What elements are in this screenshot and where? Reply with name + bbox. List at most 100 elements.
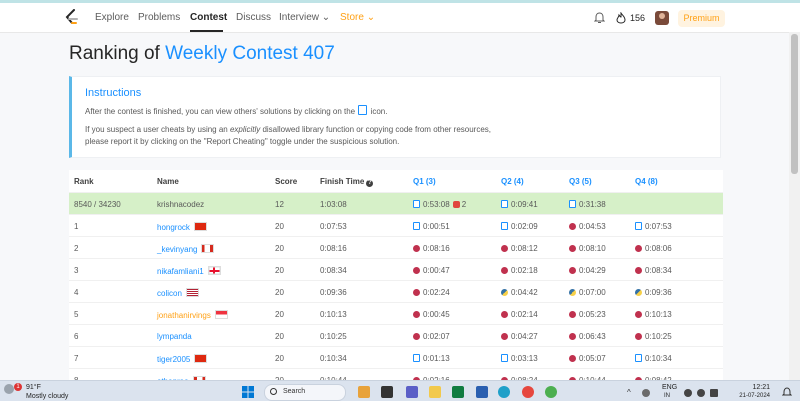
cpp-icon[interactable] bbox=[501, 311, 508, 318]
q2-cell[interactable]: 0:08:12 bbox=[501, 244, 538, 253]
contest-link[interactable]: Weekly Contest 407 bbox=[165, 43, 335, 64]
solution-doc-icon[interactable] bbox=[569, 200, 576, 208]
scrollbar-thumb[interactable] bbox=[791, 34, 798, 174]
python-icon[interactable] bbox=[635, 289, 642, 296]
user-name[interactable]: tiger2005 bbox=[157, 355, 190, 364]
wifi-icon[interactable] bbox=[684, 389, 692, 397]
cpp-icon[interactable] bbox=[413, 311, 420, 318]
user-name[interactable]: _kevinyang bbox=[157, 245, 197, 254]
q1-cell[interactable]: 0:02:07 bbox=[413, 332, 450, 341]
q1-cell[interactable]: 0:53:08 2 bbox=[413, 200, 466, 209]
header-q4[interactable]: Q4 (8) bbox=[635, 177, 658, 186]
q3-cell[interactable]: 0:08:10 bbox=[569, 244, 606, 253]
q3-cell[interactable]: 0:05:07 bbox=[569, 354, 606, 363]
q4-cell[interactable]: 0:07:53 bbox=[635, 222, 672, 231]
weather-temp[interactable]: 91°F bbox=[26, 384, 41, 391]
cpp-icon[interactable] bbox=[635, 311, 642, 318]
python-icon[interactable] bbox=[569, 289, 576, 296]
solution-doc-icon[interactable] bbox=[501, 354, 508, 362]
q4-cell[interactable]: 0:08:06 bbox=[635, 244, 672, 253]
app-icon[interactable] bbox=[452, 386, 464, 398]
q4-cell[interactable]: 0:10:13 bbox=[635, 310, 672, 319]
user-name[interactable]: colicon bbox=[157, 289, 182, 298]
q2-cell[interactable]: 0:03:13 bbox=[501, 354, 538, 363]
cpp-icon[interactable] bbox=[413, 267, 420, 274]
name-cell[interactable]: nikafamliani1 bbox=[157, 266, 221, 276]
nav-explore[interactable]: Explore bbox=[95, 12, 129, 23]
q2-cell[interactable]: 0:02:09 bbox=[501, 222, 538, 231]
user-name[interactable]: nikafamliani1 bbox=[157, 267, 204, 276]
tray-icon[interactable] bbox=[642, 389, 650, 397]
app-icon[interactable] bbox=[358, 386, 370, 398]
cpp-icon[interactable] bbox=[569, 267, 576, 274]
cpp-icon[interactable] bbox=[501, 333, 508, 340]
chrome-icon[interactable] bbox=[545, 386, 557, 398]
cpp-icon[interactable] bbox=[635, 333, 642, 340]
avatar[interactable] bbox=[655, 11, 669, 25]
name-cell[interactable]: colicon bbox=[157, 288, 199, 298]
python-icon[interactable] bbox=[501, 289, 508, 296]
solution-doc-icon[interactable] bbox=[501, 200, 508, 208]
nav-problems[interactable]: Problems bbox=[138, 12, 180, 23]
chevron-up-icon[interactable]: ^ bbox=[627, 388, 631, 397]
cloud-icon[interactable] bbox=[4, 384, 14, 394]
name-cell[interactable]: jonathanirvings bbox=[157, 310, 228, 320]
nav-contest[interactable]: Contest bbox=[190, 12, 227, 23]
cpp-icon[interactable] bbox=[569, 311, 576, 318]
header-q3[interactable]: Q3 (5) bbox=[569, 177, 592, 186]
solution-doc-icon[interactable] bbox=[413, 222, 420, 230]
q2-cell[interactable]: 0:09:41 bbox=[501, 200, 538, 209]
edge-icon[interactable] bbox=[498, 386, 510, 398]
q3-cell[interactable]: 0:07:00 bbox=[569, 288, 606, 297]
q2-cell[interactable]: 0:04:42 bbox=[501, 288, 538, 297]
file-explorer-icon[interactable] bbox=[429, 386, 441, 398]
cpp-icon[interactable] bbox=[413, 289, 420, 296]
info-icon[interactable]: ? bbox=[366, 180, 374, 187]
q4-cell[interactable]: 0:10:34 bbox=[635, 354, 672, 363]
q2-cell[interactable]: 0:04:27 bbox=[501, 332, 538, 341]
q1-cell[interactable]: 0:00:47 bbox=[413, 266, 450, 275]
name-cell[interactable]: krishnacodez bbox=[157, 200, 204, 209]
bell-icon[interactable] bbox=[594, 12, 605, 24]
solution-doc-icon[interactable] bbox=[501, 222, 508, 230]
q1-cell[interactable]: 0:00:51 bbox=[413, 222, 450, 231]
solution-doc-icon[interactable] bbox=[635, 222, 642, 230]
name-cell[interactable]: tiger2005 bbox=[157, 354, 208, 364]
user-name[interactable]: hongrock bbox=[157, 223, 190, 232]
q4-cell[interactable]: 0:09:36 bbox=[635, 288, 672, 297]
clock-date[interactable]: 21-07-2024 bbox=[732, 393, 770, 399]
q3-cell[interactable]: 0:04:53 bbox=[569, 222, 606, 231]
fire-streak-icon[interactable] bbox=[616, 12, 626, 24]
solution-doc-icon[interactable] bbox=[413, 354, 420, 362]
cpp-icon[interactable] bbox=[413, 333, 420, 340]
header-q1[interactable]: Q1 (3) bbox=[413, 177, 436, 186]
q3-cell[interactable]: 0:04:29 bbox=[569, 266, 606, 275]
app-icon[interactable] bbox=[476, 386, 488, 398]
nav-discuss[interactable]: Discuss bbox=[236, 12, 271, 23]
nav-interview[interactable]: Interview ⌄ bbox=[279, 12, 330, 23]
battery-icon[interactable] bbox=[710, 389, 718, 397]
leetcode-logo[interactable] bbox=[64, 9, 80, 26]
cpp-icon[interactable] bbox=[569, 245, 576, 252]
teams-icon[interactable] bbox=[406, 386, 418, 398]
language-indicator[interactable]: ENG bbox=[662, 384, 677, 391]
notification-icon[interactable] bbox=[782, 387, 792, 397]
q3-cell[interactable]: 0:31:38 bbox=[569, 200, 606, 209]
cpp-icon[interactable] bbox=[569, 333, 576, 340]
q3-cell[interactable]: 0:05:23 bbox=[569, 310, 606, 319]
cpp-icon[interactable] bbox=[569, 223, 576, 230]
q2-cell[interactable]: 0:02:18 bbox=[501, 266, 538, 275]
user-name[interactable]: lympanda bbox=[157, 332, 192, 341]
cpp-icon[interactable] bbox=[413, 245, 420, 252]
cpp-icon[interactable] bbox=[501, 245, 508, 252]
cpp-icon[interactable] bbox=[569, 355, 576, 362]
chrome-icon[interactable] bbox=[522, 386, 534, 398]
user-name[interactable]: jonathanirvings bbox=[157, 311, 211, 320]
windows-start-icon[interactable] bbox=[242, 386, 254, 398]
cpp-icon[interactable] bbox=[635, 245, 642, 252]
premium-button[interactable]: Premium bbox=[678, 10, 725, 27]
volume-icon[interactable] bbox=[697, 389, 705, 397]
solution-doc-icon[interactable] bbox=[635, 354, 642, 362]
name-cell[interactable]: _kevinyang bbox=[157, 244, 215, 254]
header-q2[interactable]: Q2 (4) bbox=[501, 177, 524, 186]
